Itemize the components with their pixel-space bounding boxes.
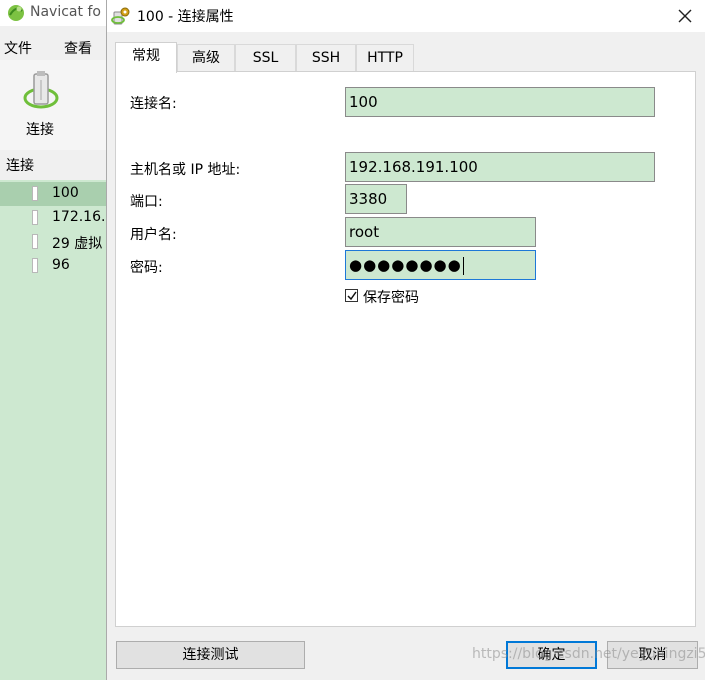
username-input[interactable]: root — [345, 217, 536, 247]
save-password-label: 保存密码 — [363, 290, 419, 306]
password-label: 密码: — [130, 260, 163, 276]
tree-item-29[interactable]: 29 虚拟 — [0, 230, 106, 254]
menu-file[interactable]: 文件 — [4, 38, 32, 58]
password-masked-value: ●●●●●●●● — [349, 256, 462, 274]
connection-settings-icon — [111, 7, 130, 25]
navicat-titlebar: Navicat fo — [0, 0, 106, 26]
connection-plug-icon[interactable] — [22, 70, 60, 114]
tree-item-label: 172.16. — [52, 209, 106, 225]
connection-panel-header: 连接 — [0, 150, 106, 180]
ok-button[interactable]: 确定 — [506, 641, 597, 669]
tree-item-172[interactable]: 172.16. — [0, 206, 106, 230]
navicat-menubar: 文件 查看 — [0, 34, 106, 60]
port-label: 端口: — [130, 194, 163, 210]
tab-ssh[interactable]: SSH — [296, 44, 356, 71]
tab-advanced[interactable]: 高级 — [177, 44, 235, 71]
password-input[interactable]: ●●●●●●●● — [345, 250, 536, 280]
navicat-window-title: Navicat fo — [30, 4, 101, 20]
tree-item-100[interactable]: 100 — [0, 182, 106, 206]
host-input[interactable]: 192.168.191.100 — [345, 152, 655, 182]
tree-item-label: 100 — [52, 185, 79, 201]
navicat-toolbar: 连接 — [0, 60, 106, 150]
menu-view[interactable]: 查看 — [64, 38, 92, 58]
general-tab-panel: 连接名: 100 主机名或 IP 地址: 192.168.191.100 端口:… — [115, 71, 696, 627]
connection-tree: 100 172.16. 29 虚拟 96 — [0, 180, 106, 680]
text-caret — [462, 256, 464, 275]
database-icon — [32, 234, 38, 249]
host-label: 主机名或 IP 地址: — [130, 162, 241, 178]
dialog-title: 100 - 连接属性 — [137, 9, 234, 25]
tab-http[interactable]: HTTP — [356, 44, 414, 71]
cancel-button[interactable]: 取消 — [607, 641, 698, 669]
navicat-main-window: Navicat fo 文件 查看 连接 连接 100 172.16. 29 虚拟 — [0, 0, 106, 680]
toolbar-connect-label[interactable]: 连接 — [26, 119, 54, 139]
tree-item-label: 96 — [52, 257, 70, 273]
tab-general[interactable]: 常规 — [115, 42, 177, 73]
checkbox-checked-icon[interactable] — [345, 289, 358, 302]
database-icon — [32, 258, 38, 273]
connection-name-input[interactable]: 100 — [345, 87, 655, 117]
port-input[interactable]: 3380 — [345, 184, 407, 214]
tree-item-label: 29 虚拟 — [52, 236, 103, 252]
connection-name-label: 连接名: — [130, 96, 177, 112]
navicat-logo-icon — [8, 5, 24, 21]
tab-ssl[interactable]: SSL — [235, 44, 296, 71]
username-label: 用户名: — [130, 227, 177, 243]
database-icon — [32, 186, 38, 201]
connection-panel-title: 连接 — [6, 158, 34, 174]
connection-properties-dialog: 100 - 连接属性 常规 高级 SSL SSH HTTP 连接名: 100 主… — [106, 0, 705, 680]
tree-item-96[interactable]: 96 — [0, 254, 106, 278]
database-icon — [32, 210, 38, 225]
test-connection-button[interactable]: 连接测试 — [116, 641, 305, 669]
close-icon[interactable] — [673, 4, 697, 28]
dialog-titlebar: 100 - 连接属性 — [107, 0, 705, 32]
